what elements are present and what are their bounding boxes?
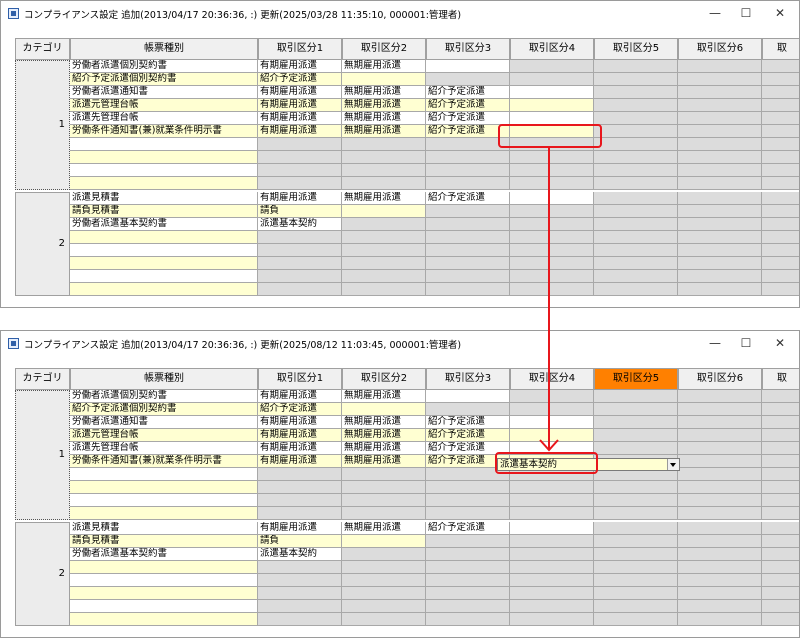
annotation-arrow [539, 147, 559, 452]
